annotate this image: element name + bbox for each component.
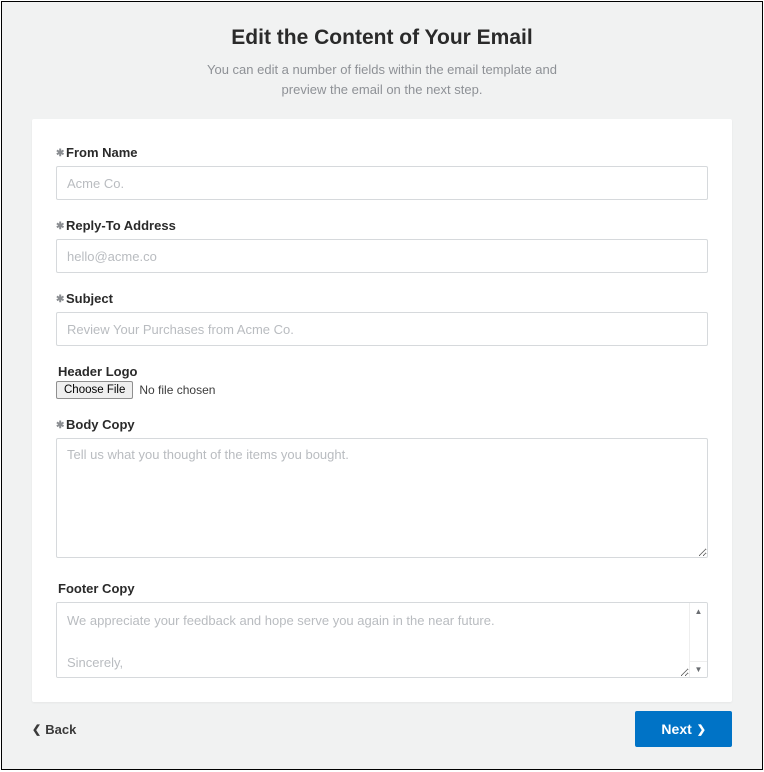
scroll-up-icon[interactable]: ▲ [690,603,707,619]
chevron-left-icon: ❮ [32,723,41,736]
back-button[interactable]: ❮ Back [32,722,76,737]
subject-input[interactable] [56,312,708,346]
body-copy-label-text: Body Copy [66,417,135,432]
required-asterisk-icon: ✱ [56,294,64,305]
form-card: ✱ From Name ✱ Reply-To Address ✱ Subject… [32,119,732,702]
from-name-label-text: From Name [66,145,138,160]
page-subtitle: You can edit a number of fields within t… [22,60,742,99]
reply-to-label: ✱ Reply-To Address [56,218,708,233]
subtitle-line-1: You can edit a number of fields within t… [207,62,557,77]
subject-label-text: Subject [66,291,113,306]
body-copy-textarea[interactable] [56,438,708,558]
back-label: Back [45,722,76,737]
header-logo-label: Header Logo [56,364,708,379]
scroll-down-icon[interactable]: ▼ [690,661,707,677]
body-copy-label: ✱ Body Copy [56,417,708,432]
chevron-right-icon: ❯ [697,723,706,736]
reply-to-label-text: Reply-To Address [66,218,176,233]
required-asterisk-icon: ✱ [56,221,64,232]
page-title: Edit the Content of Your Email [22,26,742,50]
from-name-label: ✱ From Name [56,145,708,160]
file-status-text: No file chosen [139,383,215,397]
next-button[interactable]: Next ❯ [635,711,732,747]
reply-to-input[interactable] [56,239,708,273]
footer-copy-label: Footer Copy [56,581,708,596]
subtitle-line-2: preview the email on the next step. [282,82,483,97]
subject-label: ✱ Subject [56,291,708,306]
textarea-scrollbar[interactable]: ▲ ▼ [689,603,707,677]
required-asterisk-icon: ✱ [56,148,64,159]
required-asterisk-icon: ✱ [56,420,64,431]
from-name-input[interactable] [56,166,708,200]
choose-file-button[interactable]: Choose File [56,381,133,399]
next-label: Next [661,721,691,737]
footer-copy-textarea[interactable] [57,603,689,677]
